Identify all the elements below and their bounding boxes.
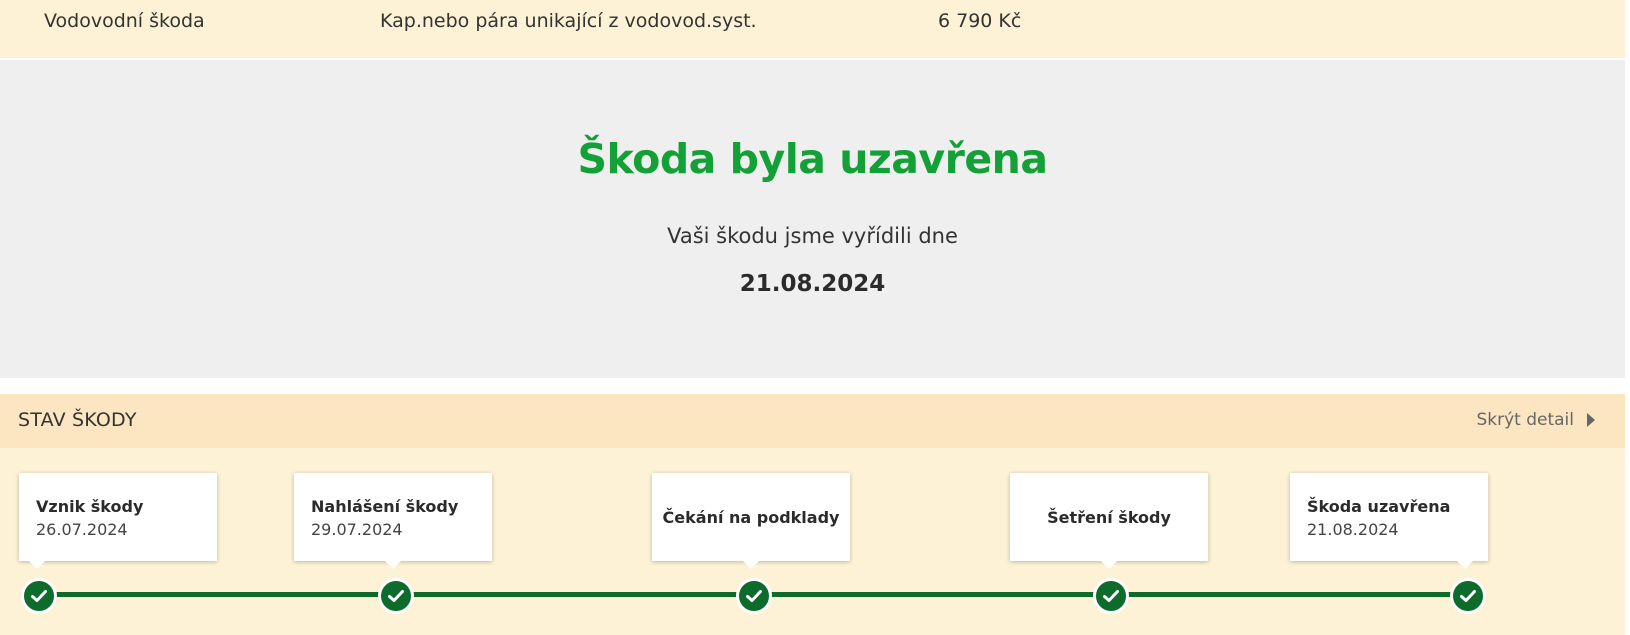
claim-type: Vodovodní škoda <box>44 10 205 32</box>
closed-date: 21.08.2024 <box>739 271 886 297</box>
claim-cause: Kap.nebo pára unikající z vodovod.syst. <box>380 10 757 32</box>
hide-detail-button[interactable]: Skrýt detail <box>1476 410 1595 430</box>
step-card-investigation: Šetření škody <box>1010 473 1208 569</box>
step-check-icon <box>21 578 57 614</box>
claim-detail-page: Vodovodní škoda Kap.nebo pára unikající … <box>0 0 1630 635</box>
step-name: Vznik škody <box>36 497 144 516</box>
step-name: Čekání na podklady <box>662 507 840 527</box>
step-check-icon <box>1450 578 1486 614</box>
hide-detail-label: Skrýt detail <box>1476 410 1574 430</box>
step-check-icon <box>1093 578 1129 614</box>
step-name: Nahlášení škody <box>311 497 459 516</box>
step-check-icon <box>378 578 414 614</box>
step-card-waiting-documents: Čekání na podklady <box>652 473 850 569</box>
step-card-closed: Škoda uzavřena 21.08.2024 <box>1290 473 1488 569</box>
step-date: 29.07.2024 <box>311 520 403 539</box>
step-card-reported: Nahlášení škody 29.07.2024 <box>294 473 492 569</box>
step-check-icon <box>736 578 772 614</box>
closed-title: Škoda byla uzavřena <box>577 135 1048 183</box>
step-name: Škoda uzavřena <box>1307 497 1451 516</box>
closed-text: Vaši škodu jsme vyřídili dne <box>667 224 958 248</box>
claim-summary-row: Vodovodní škoda Kap.nebo pára unikající … <box>0 0 1625 58</box>
claim-closed-banner: Škoda byla uzavřena Vaši škodu jsme vyří… <box>0 60 1625 378</box>
status-timeline: Vznik škody 26.07.2024 Nahlášení škody 2… <box>0 448 1625 635</box>
step-date: 26.07.2024 <box>36 520 128 539</box>
step-card-incident: Vznik škody 26.07.2024 <box>19 473 217 569</box>
status-header: STAV ŠKODY Skrýt detail <box>0 394 1625 448</box>
caret-right-icon <box>1587 413 1595 427</box>
step-name: Šetření škody <box>1047 507 1171 527</box>
claim-amount: 6 790 Kč <box>938 10 1022 32</box>
status-title: STAV ŠKODY <box>18 409 137 431</box>
step-date: 21.08.2024 <box>1307 520 1399 539</box>
